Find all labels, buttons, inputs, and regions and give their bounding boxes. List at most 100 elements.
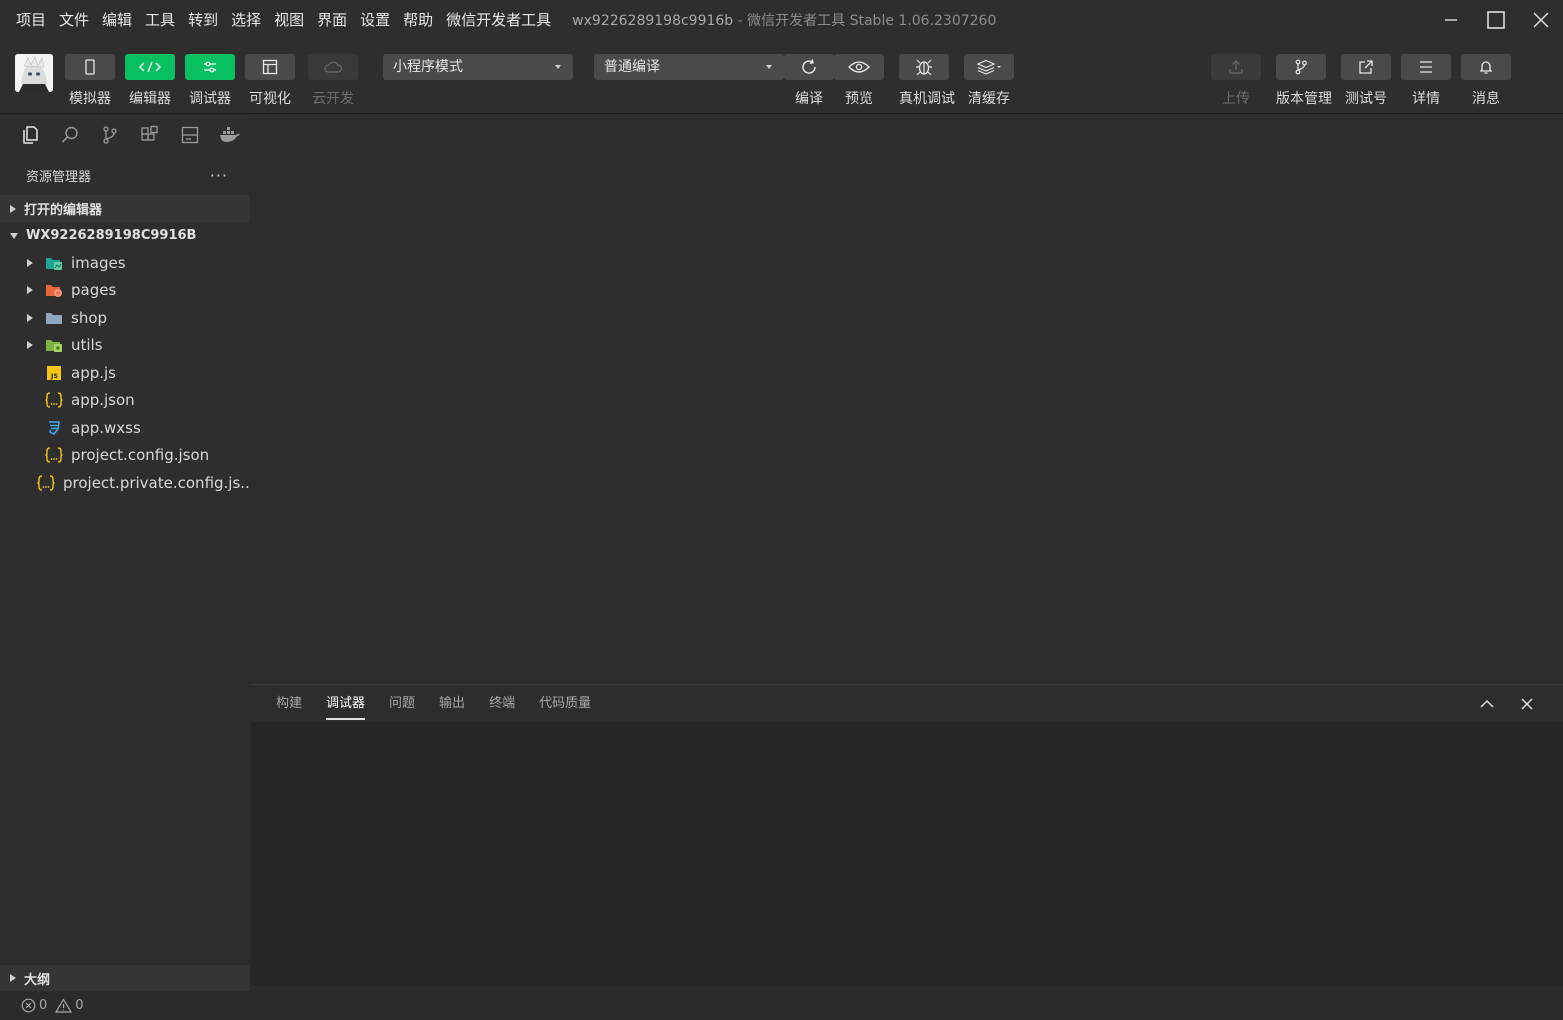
window-controls — [1428, 0, 1563, 40]
tree-item-app-js[interactable]: JS app.js — [0, 359, 250, 387]
tab-code-quality[interactable]: 代码质量 — [539, 685, 591, 722]
tree-item-utils[interactable]: utils — [0, 332, 250, 360]
compile-mode-select[interactable]: 普通编译 — [594, 54, 784, 80]
editor-label: 编辑器 — [129, 91, 171, 107]
docker-icon — [220, 127, 240, 142]
menu-help[interactable]: 帮助 — [403, 0, 433, 40]
messages-action[interactable] — [1461, 54, 1511, 80]
close-window-button[interactable] — [1518, 0, 1563, 40]
upload-button[interactable]: 上传 — [1211, 54, 1261, 108]
clear-cache-button[interactable]: 清缓存 — [964, 54, 1014, 108]
tab-problems[interactable]: 问题 — [389, 685, 415, 722]
menu-goto[interactable]: 转到 — [188, 0, 218, 40]
simulator-toggle[interactable] — [65, 54, 115, 80]
real-debug-button[interactable]: 真机调试 — [899, 54, 955, 108]
explorer-tab[interactable] — [10, 115, 50, 155]
menu-edit[interactable]: 编辑 — [102, 0, 132, 40]
test-account-action[interactable] — [1341, 54, 1391, 80]
menu-tools[interactable]: 工具 — [145, 0, 175, 40]
explorer-title: 资源管理器 — [26, 169, 92, 185]
storage-tab[interactable] — [170, 115, 210, 155]
clear-cache-action[interactable] — [964, 54, 1014, 80]
error-circle-icon — [21, 998, 36, 1013]
tree-item-shop[interactable]: shop — [0, 304, 250, 332]
visual-button[interactable]: 可视化 — [245, 54, 295, 108]
messages-button[interactable]: 消息 — [1461, 54, 1511, 108]
files-icon — [23, 126, 38, 144]
debugger-label: 调试器 — [189, 91, 231, 107]
tree-item-images[interactable]: images — [0, 249, 250, 277]
warnings-indicator[interactable]: 0 — [55, 998, 84, 1013]
simulator-button[interactable]: 模拟器 — [65, 54, 115, 108]
preview-action[interactable] — [834, 54, 884, 80]
maximize-panel-button[interactable] — [1467, 685, 1507, 722]
visual-label: 可视化 — [249, 91, 291, 107]
tree-item-label: project.config.json — [71, 446, 210, 465]
editor-area[interactable] — [251, 115, 1563, 683]
menu-file[interactable]: 文件 — [59, 0, 89, 40]
extensions-tab[interactable] — [130, 115, 170, 155]
details-button[interactable]: 详情 — [1401, 54, 1451, 108]
layout-icon — [262, 59, 278, 75]
upload-icon — [1229, 60, 1243, 74]
cloud-toggle[interactable] — [308, 54, 358, 80]
tree-item-app-json[interactable]: app.json — [0, 387, 250, 415]
menu-select[interactable]: 选择 — [231, 0, 261, 40]
menu-project[interactable]: 项目 — [16, 0, 46, 40]
bell-icon — [1479, 61, 1493, 74]
phone-icon — [85, 59, 95, 75]
editor-button[interactable]: 编辑器 — [125, 54, 175, 108]
source-control-tab[interactable] — [90, 115, 130, 155]
search-tab[interactable] — [50, 115, 90, 155]
mode-select[interactable]: 小程序模式 — [383, 54, 573, 80]
test-account-button[interactable]: 测试号 — [1341, 54, 1391, 108]
tree-item-label: shop — [71, 308, 108, 327]
tree-item-label: app.wxss — [71, 418, 141, 437]
errors-indicator[interactable]: 0 — [21, 998, 47, 1013]
docker-tab[interactable] — [210, 115, 250, 155]
compile-action[interactable] — [784, 54, 834, 80]
version-action[interactable] — [1276, 54, 1326, 80]
tab-terminal[interactable]: 终端 — [489, 685, 515, 722]
debugger-button[interactable]: 调试器 — [185, 54, 235, 108]
compile-button[interactable]: 编译 — [784, 54, 834, 108]
more-actions-button[interactable]: ··· — [210, 166, 228, 185]
json-file-icon — [45, 446, 63, 464]
menu-view[interactable]: 视图 — [274, 0, 304, 40]
menu-settings[interactable]: 设置 — [360, 0, 390, 40]
debugger-toggle[interactable] — [185, 54, 235, 80]
minimize-button[interactable] — [1428, 0, 1473, 40]
tree-item-app-wxss[interactable]: app.wxss — [0, 414, 250, 442]
tree-item-pages[interactable]: pages — [0, 277, 250, 305]
tab-output[interactable]: 输出 — [439, 685, 465, 722]
title-bar: 项目 文件 编辑 工具 转到 选择 视图 界面 设置 帮助 微信开发者工具 wx… — [0, 0, 1563, 40]
close-icon — [1521, 697, 1533, 710]
project-section[interactable]: WX9226289198C9916B — [0, 222, 250, 249]
close-panel-button[interactable] — [1507, 685, 1547, 722]
tree-item-label: project.private.config.js... — [63, 473, 250, 492]
editor-toggle[interactable] — [125, 54, 175, 80]
tree-item-project-config-json[interactable]: project.config.json — [0, 442, 250, 470]
open-editors-section[interactable]: 打开的编辑器 — [0, 195, 250, 222]
tree-item-project-private-config[interactable]: project.private.config.js... — [0, 469, 250, 497]
real-debug-action[interactable] — [899, 54, 949, 80]
panel-controls — [1467, 685, 1547, 722]
folder-icon — [45, 309, 63, 327]
version-button[interactable]: 版本管理 — [1276, 54, 1332, 108]
menu-interface[interactable]: 界面 — [317, 0, 347, 40]
preview-button[interactable]: 预览 — [834, 54, 884, 108]
images-folder-icon — [45, 254, 63, 272]
eye-icon — [848, 61, 870, 73]
tab-build[interactable]: 构建 — [276, 685, 302, 722]
tab-debugger[interactable]: 调试器 — [326, 685, 366, 722]
cloud-icon — [324, 61, 343, 73]
visual-toggle[interactable] — [245, 54, 295, 80]
details-action[interactable] — [1401, 54, 1451, 80]
outline-section[interactable]: 大纲 — [0, 965, 250, 991]
menu-devtools[interactable]: 微信开发者工具 — [446, 0, 551, 40]
maximize-button[interactable] — [1473, 0, 1518, 40]
upload-action[interactable] — [1211, 54, 1261, 80]
window-title-suffix: - 微信开发者工具 Stable 1.06.2307260 — [733, 13, 997, 29]
cloud-button[interactable]: 云开发 — [308, 54, 358, 108]
avatar[interactable] — [15, 54, 53, 92]
